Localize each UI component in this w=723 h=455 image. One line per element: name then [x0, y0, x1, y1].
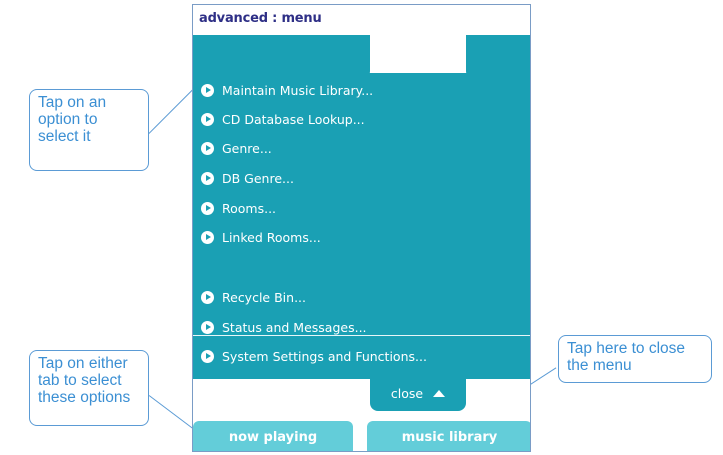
play-bullet-icon	[201, 141, 214, 155]
callout-select-option: Tap on an option to select it	[29, 89, 149, 171]
callout-select-option-text: Tap on an option to select it	[38, 94, 107, 145]
triangle-up-icon	[433, 389, 446, 397]
callout-select-tab-pointer	[148, 395, 198, 433]
menu-item-label: Maintain Music Library...	[222, 82, 374, 98]
menu-item-label: Linked Rooms...	[222, 229, 321, 245]
callout-select-tab: Tap on either tab to select these option…	[29, 350, 149, 426]
close-label: close	[390, 385, 424, 401]
menu-item-db-genre[interactable]: DB Genre...	[201, 169, 294, 187]
play-bullet-icon	[201, 349, 214, 363]
menu-item-label: Status and Messages...	[222, 319, 367, 335]
menu-item-recycle-bin[interactable]: Recycle Bin...	[201, 288, 306, 306]
tab-music-library-label: music library	[401, 429, 498, 445]
menu-item-label: CD Database Lookup...	[222, 111, 365, 127]
menu-item-rooms[interactable]: Rooms...	[201, 199, 276, 217]
callout-select-tab-text: Tap on either tab to select these option…	[38, 355, 131, 406]
menu-item-label: Recycle Bin...	[222, 289, 306, 305]
close-menu-button[interactable]: close	[370, 375, 466, 411]
play-bullet-icon	[201, 83, 214, 97]
play-bullet-icon	[201, 320, 214, 334]
menu-item-genre[interactable]: Genre...	[201, 139, 272, 157]
play-bullet-icon	[201, 201, 214, 215]
menu-item-label: Rooms...	[222, 200, 277, 216]
tab-now-playing[interactable]: now playing	[193, 421, 353, 451]
callout-select-option-pointer	[148, 87, 195, 135]
menu-item-label: System Settings and Functions...	[222, 348, 427, 364]
menu-item-label: DB Genre...	[222, 170, 294, 186]
tab-now-playing-label: now playing	[228, 429, 318, 445]
menu-item-maintain-music-library[interactable]: Maintain Music Library...	[201, 81, 373, 99]
play-bullet-icon	[201, 112, 214, 126]
play-bullet-icon	[201, 290, 214, 304]
play-bullet-icon	[201, 171, 214, 185]
play-bullet-icon	[201, 230, 214, 244]
callout-close-menu: Tap here to close the menu	[558, 335, 712, 383]
menu-item-linked-rooms[interactable]: Linked Rooms...	[201, 228, 321, 246]
menu-item-system-settings[interactable]: System Settings and Functions...	[201, 347, 427, 365]
device-window: advanced : menu Maintain Music Library..…	[192, 4, 531, 452]
callout-close-menu-text: Tap here to close the menu	[567, 340, 686, 374]
menu-item-status-and-messages[interactable]: Status and Messages...	[201, 318, 367, 336]
tab-music-library[interactable]: music library	[367, 421, 530, 451]
menu-item-label: Genre...	[222, 140, 272, 156]
menu-item-cd-database-lookup[interactable]: CD Database Lookup...	[201, 110, 365, 128]
window-title: advanced : menu	[199, 11, 322, 26]
